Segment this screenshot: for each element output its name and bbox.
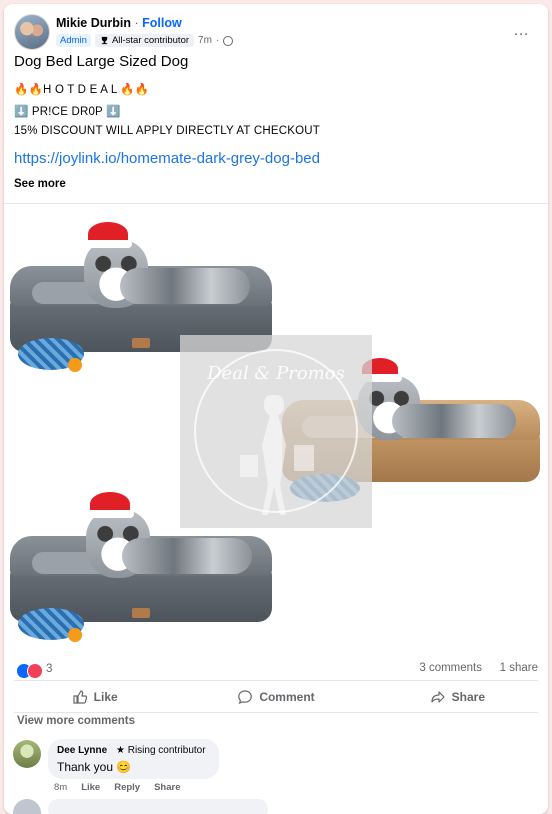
rising-contributor-badge: ★ Rising contributor: [116, 745, 206, 756]
meta-separator: ·: [215, 35, 220, 46]
share-icon: [431, 691, 445, 703]
author-name[interactable]: Mikie Durbin: [56, 16, 131, 30]
reaction-count[interactable]: 3: [46, 663, 52, 675]
watermark-logo: Deal & Promos: [180, 335, 372, 528]
dog-body: [120, 268, 250, 304]
comment-author[interactable]: Dee Lynne: [57, 745, 107, 756]
post-image[interactable]: Deal & Promos: [4, 204, 548, 659]
comments-count[interactable]: 3 comments: [419, 662, 482, 674]
bed-tag: [132, 608, 150, 618]
love-reaction-icon[interactable]: [27, 663, 43, 679]
bed-tag: [132, 338, 150, 348]
post-discount: 15% DISCOUNT WILL APPLY DIRECTLY AT CHEC…: [14, 125, 320, 137]
comment-share-button[interactable]: Share: [154, 782, 180, 793]
divider: [14, 680, 538, 681]
all-star-label: All-star contributor: [111, 35, 190, 46]
dog-body: [392, 404, 516, 438]
post-hot-deal: 🔥🔥H O T D E A L 🔥🔥: [14, 84, 150, 96]
comment-like-button[interactable]: Like: [81, 782, 100, 793]
post-stats: 3 3 comments 1 share: [14, 662, 538, 680]
see-more-link[interactable]: See more: [14, 178, 66, 190]
comment-time[interactable]: 8m: [54, 782, 67, 793]
comment-author-line: Dee Lynne ★ Rising contributor: [57, 745, 206, 756]
author-avatar[interactable]: [14, 14, 50, 50]
globe-icon: [223, 35, 234, 46]
author-line: Mikie Durbin · Follow: [56, 16, 182, 30]
post-meta: Admin All-star contributor 7m ·: [56, 34, 234, 47]
post-card: Mikie Durbin · Follow Admin All-star con…: [4, 4, 548, 814]
like-button[interactable]: Like: [4, 683, 185, 711]
shares-count[interactable]: 1 share: [500, 662, 538, 674]
rising-contributor-label: Rising contributor: [127, 745, 206, 756]
commenter-avatar[interactable]: [13, 740, 41, 768]
comment-button[interactable]: Comment: [185, 683, 366, 711]
next-commenter-avatar[interactable]: [13, 799, 41, 814]
comment-label: Comment: [259, 690, 315, 704]
post-title: Dog Bed Large Sized Dog: [14, 53, 189, 70]
dog-body: [122, 538, 252, 574]
share-button[interactable]: Share: [367, 683, 548, 711]
divider: [14, 712, 538, 713]
next-comment-bubble: [48, 799, 268, 814]
thumbs-up-icon: [73, 690, 87, 704]
post-link[interactable]: https://joylink.io/homemate-dark-grey-do…: [14, 150, 320, 167]
comment-text: Thank you 😊: [57, 760, 132, 774]
star-icon: ★: [115, 745, 125, 756]
post-time[interactable]: 7m: [198, 35, 212, 46]
more-options-icon[interactable]: …: [513, 22, 530, 40]
toy-ball: [68, 358, 82, 372]
comment-bubble: Dee Lynne ★ Rising contributor Thank you…: [48, 739, 219, 779]
comment-icon: [238, 690, 253, 705]
separator-dot: ·: [134, 16, 139, 30]
like-label: Like: [93, 690, 118, 704]
view-more-comments[interactable]: View more comments: [17, 715, 135, 727]
follow-button[interactable]: Follow: [142, 16, 182, 30]
trophy-icon: [101, 36, 108, 45]
watermark-figure: [240, 395, 314, 515]
toy-ball: [68, 628, 82, 642]
share-label: Share: [451, 690, 485, 704]
comment-reply-button[interactable]: Reply: [114, 782, 140, 793]
santa-hat-brim: [84, 240, 132, 248]
santa-hat-brim: [86, 510, 134, 518]
post-header: Mikie Durbin · Follow Admin All-star con…: [14, 14, 538, 50]
post-actions: Like Comment Share: [4, 683, 548, 711]
all-star-badge: All-star contributor: [94, 34, 195, 47]
admin-badge: Admin: [56, 34, 91, 47]
post-price-drop: ⬇️ PR!CE DR0P ⬇️: [14, 106, 121, 118]
comment-actions: 8m Like Reply Share: [54, 782, 181, 793]
